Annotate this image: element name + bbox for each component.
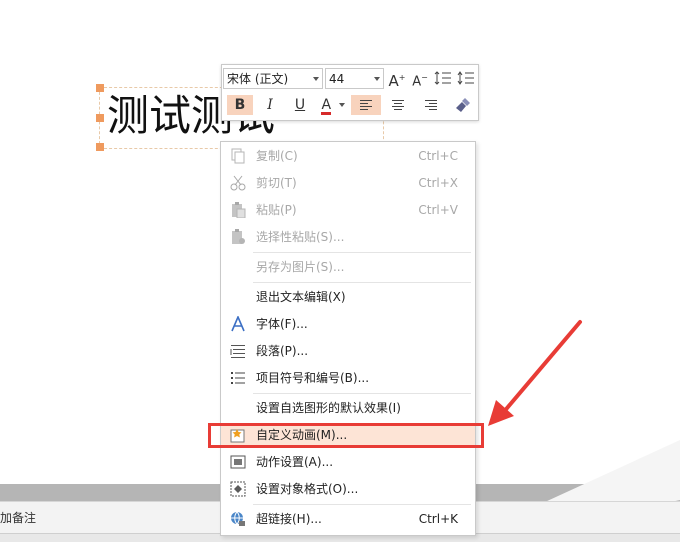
line-spacing-button[interactable] — [433, 68, 453, 88]
menu-item-label: 字体(F)... — [256, 317, 308, 331]
font-icon — [231, 316, 245, 332]
menu-item-label: 项目符号和编号(B)... — [256, 371, 370, 385]
highlight-box — [208, 423, 484, 448]
menu-item-action-settings[interactable]: 动作设置(A)... — [221, 451, 475, 473]
resize-handle-bottom-left[interactable] — [96, 143, 104, 151]
menu-separator — [253, 282, 471, 283]
font-size-value: 44 — [329, 72, 345, 86]
bullet-list-icon — [231, 372, 245, 384]
menu-item-label: 复制(C) — [256, 149, 298, 163]
menu-item-shortcut: Ctrl+C — [418, 149, 458, 163]
italic-icon: I — [267, 97, 273, 113]
menu-item-bullets-numbering[interactable]: 项目符号和编号(B)... — [221, 367, 475, 389]
align-right-button[interactable] — [418, 95, 444, 115]
align-left-button[interactable] — [351, 95, 381, 115]
menu-item-copy[interactable]: 复制(C) Ctrl+C — [221, 145, 475, 167]
action-settings-icon — [230, 455, 246, 469]
bold-button[interactable]: B — [227, 95, 253, 115]
paste-icon — [232, 202, 246, 218]
menu-item-label: 设置自选图形的默认效果(I) — [256, 401, 401, 415]
format-painter-icon — [456, 98, 470, 112]
menu-item-label: 粘贴(P) — [256, 203, 297, 217]
chevron-down-icon — [313, 77, 319, 81]
font-name-dropdown[interactable]: 宋体 (正文) — [223, 68, 323, 89]
menu-item-shortcut: Ctrl+V — [418, 203, 458, 217]
align-center-button[interactable] — [385, 95, 411, 115]
scissors-icon — [230, 175, 246, 191]
add-notes-label[interactable]: 加备注 — [0, 509, 36, 526]
italic-button[interactable]: I — [259, 95, 281, 115]
copy-icon — [231, 148, 245, 164]
menu-item-hyperlink[interactable]: 超链接(H)... Ctrl+K — [221, 508, 475, 530]
hyperlink-icon — [231, 511, 245, 526]
font-color-icon: A — [321, 97, 332, 115]
menu-item-default-shape-effect[interactable]: 设置自选图形的默认效果(I) — [221, 397, 475, 419]
paragraph-icon — [230, 345, 245, 358]
menu-item-label: 设置对象格式(O)... — [256, 482, 359, 496]
context-menu: 复制(C) Ctrl+C 剪切(T) Ctrl+X 粘贴(P) Ctrl+V 选… — [220, 141, 476, 536]
menu-item-paste[interactable]: 粘贴(P) Ctrl+V — [221, 199, 475, 221]
line-spacing-icon — [434, 71, 451, 85]
menu-separator — [253, 504, 471, 505]
grow-font-icon: A — [388, 72, 399, 90]
resize-handle-left[interactable] — [96, 114, 104, 122]
menu-item-label: 段落(P)... — [256, 344, 309, 358]
menu-item-exit-text-edit[interactable]: 退出文本编辑(X) — [221, 286, 475, 308]
shrink-font-icon: A — [412, 74, 422, 90]
bold-icon: B — [234, 97, 246, 113]
menu-separator — [253, 252, 471, 253]
chevron-down-icon — [374, 77, 380, 81]
menu-item-label: 超链接(H)... — [256, 512, 322, 526]
align-left-icon — [360, 100, 372, 110]
menu-item-label: 另存为图片(S)... — [256, 260, 345, 274]
menu-separator — [253, 393, 471, 394]
font-size-dropdown[interactable]: 44 — [325, 68, 384, 89]
shrink-font-button[interactable]: A− — [411, 68, 429, 90]
chevron-down-icon — [338, 103, 345, 107]
paragraph-spacing-icon — [457, 71, 474, 85]
font-name-value: 宋体 (正文) — [227, 72, 289, 86]
annotation-arrow-icon — [488, 320, 582, 426]
menu-item-shortcut: Ctrl+X — [418, 176, 458, 190]
menu-item-format-object[interactable]: 设置对象格式(O)... — [221, 478, 475, 500]
paste-special-icon — [232, 229, 245, 244]
menu-item-font[interactable]: 字体(F)... — [221, 313, 475, 335]
underline-icon: U — [294, 97, 306, 113]
menu-item-paste-special[interactable]: 选择性粘贴(S)... — [221, 226, 475, 248]
menu-item-shortcut: Ctrl+K — [418, 512, 458, 526]
align-right-icon — [425, 100, 437, 110]
menu-item-label: 退出文本编辑(X) — [256, 290, 346, 304]
menu-item-cut[interactable]: 剪切(T) Ctrl+X — [221, 172, 475, 194]
menu-item-label: 动作设置(A)... — [256, 455, 334, 469]
font-color-button[interactable]: A — [318, 95, 348, 115]
format-object-icon — [230, 481, 246, 497]
grow-font-button[interactable]: A+ — [388, 68, 406, 90]
resize-handle-top-left[interactable] — [96, 84, 104, 92]
paragraph-spacing-button[interactable] — [456, 68, 476, 88]
menu-item-paragraph[interactable]: 段落(P)... — [221, 340, 475, 362]
align-center-icon — [392, 100, 404, 110]
menu-item-label: 剪切(T) — [256, 176, 297, 190]
menu-item-save-as-image[interactable]: 另存为图片(S)... — [221, 256, 475, 278]
underline-button[interactable]: U — [289, 95, 311, 115]
menu-item-label: 选择性粘贴(S)... — [256, 230, 345, 244]
mini-format-toolbar: 宋体 (正文) 44 A+ A− B I U A — [221, 64, 479, 121]
format-painter-button[interactable] — [451, 95, 475, 115]
